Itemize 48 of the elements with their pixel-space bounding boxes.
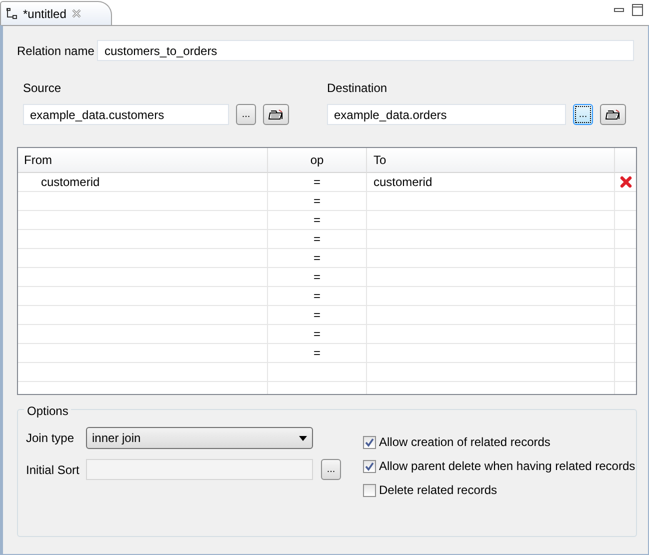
table-cell: = [268,287,368,306]
open-button[interactable] [263,104,289,125]
editor-tab[interactable]: *untitled [0,1,112,25]
field-label: Destination [327,80,388,97]
table-cell: = [268,249,368,268]
table-cell: = [268,306,368,325]
table-cell: = [268,192,368,211]
checkbox-label: Allow parent delete when having related records [379,458,636,475]
checkbox-label: Delete related records [379,482,498,499]
text-field[interactable]: example_data.customers [23,104,229,125]
browse-button[interactable]: ... [573,104,593,125]
dropdown[interactable]: inner join [86,427,313,449]
text-field[interactable]: customers_to_orders [97,40,634,61]
checkbox[interactable] [363,460,376,472]
maximize-icon[interactable] [632,4,643,16]
field-label: Source [23,80,62,97]
tab-title: *untitled [23,6,66,22]
column-header[interactable]: op [268,148,368,173]
minimize-icon[interactable] [614,8,624,12]
field-label: Initial Sort [26,462,80,478]
text-field[interactable]: example_data.orders [327,104,566,125]
checkbox[interactable] [363,484,376,496]
folder-icon [605,108,621,121]
folder-icon [268,108,284,121]
checkbox[interactable] [363,436,376,448]
delete-icon[interactable] [620,176,632,188]
open-button[interactable] [600,104,626,125]
table-cell: = [268,325,368,344]
column-header[interactable]: To [367,148,616,173]
table-cell: = [268,211,368,230]
field-label: Join type [26,430,76,447]
column-header[interactable]: From [18,148,268,173]
browse-button[interactable]: ... [236,104,256,125]
table-cell: customerid [18,173,268,192]
text-field[interactable] [86,459,313,480]
table-cell: = [268,230,368,249]
field-label: Relation name [17,42,96,60]
check-icon [365,438,374,446]
browse-button[interactable]: ... [321,459,341,480]
check-icon [365,462,374,470]
caret-icon [299,436,307,440]
checkbox-label: Allow creation of related records [379,434,550,451]
table-cell: = [268,173,368,192]
table-cell: customerid [367,173,616,192]
table-cell: = [268,344,368,363]
close-icon[interactable] [71,8,82,19]
relation-icon [6,8,18,20]
table-cell: = [268,268,368,287]
